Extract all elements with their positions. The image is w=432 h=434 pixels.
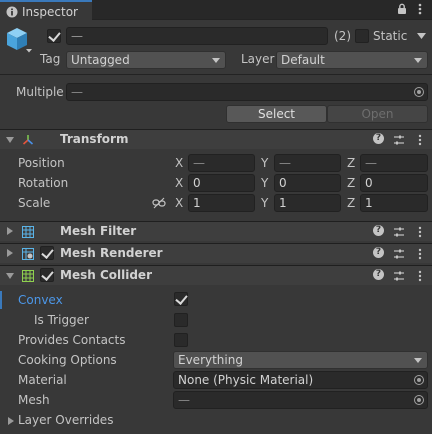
static-label: Static (373, 29, 408, 43)
position-y-input[interactable]: — (274, 154, 341, 172)
kebab-menu-icon[interactable] (414, 3, 426, 15)
provides-contacts-label: Provides Contacts (18, 333, 126, 347)
select-button[interactable]: Select (226, 105, 327, 123)
object-picker-icon[interactable] (414, 395, 424, 405)
mesh-collider-title: Mesh Collider (60, 268, 152, 282)
rotation-x-label[interactable]: X (175, 175, 183, 191)
scale-label: Scale (18, 196, 51, 210)
object-picker-icon[interactable] (414, 87, 424, 97)
scale-y-input[interactable]: 1 (274, 194, 341, 212)
lock-icon[interactable] (396, 3, 408, 15)
static-dropdown-icon[interactable] (417, 33, 426, 39)
convex-label: Convex (18, 293, 63, 307)
scale-z-label[interactable]: Z (347, 195, 355, 211)
static-checkbox[interactable] (355, 29, 369, 43)
mesh-filter-title: Mesh Filter (60, 224, 137, 238)
mesh-collider-icon (22, 270, 34, 282)
mesh-label: Mesh (18, 393, 50, 407)
provides-contacts-checkbox[interactable] (174, 333, 188, 347)
position-label: Position (18, 156, 65, 170)
mesh-renderer-title: Mesh Renderer (60, 246, 163, 260)
transform-icon (22, 135, 34, 145)
mesh-renderer-icon (22, 248, 34, 260)
modified-indicator (0, 291, 2, 309)
rotation-label: Rotation (18, 176, 69, 190)
chevron-down-icon (212, 58, 220, 63)
active-checkbox[interactable] (47, 29, 61, 43)
material-field[interactable]: None (Physic Material) (173, 371, 428, 389)
rotation-z-label[interactable]: Z (347, 175, 355, 191)
tab-inspector[interactable]: Inspector (0, 0, 92, 21)
help-icon[interactable]: ? (373, 225, 384, 236)
position-x-label[interactable]: X (175, 155, 183, 171)
rotation-y-label[interactable]: Y (261, 175, 268, 191)
scale-x-input[interactable]: 1 (188, 194, 255, 212)
tag-dropdown[interactable]: Untagged (66, 51, 226, 69)
tag-value: Untagged (71, 53, 130, 67)
position-x-input[interactable]: — (188, 154, 255, 172)
help-icon[interactable]: ? (373, 133, 384, 144)
is-trigger-checkbox[interactable] (174, 313, 188, 327)
scale-z-input[interactable]: 1 (360, 194, 428, 212)
layer-overrides-foldout[interactable]: Layer Overrides (18, 412, 113, 428)
kebab-menu-icon[interactable] (414, 134, 426, 146)
mesh-filter-icon (22, 226, 34, 238)
gameobject-cube-icon[interactable] (6, 26, 32, 54)
layer-label: Layer (241, 52, 275, 66)
tab-label: Inspector (22, 4, 78, 19)
presets-icon[interactable] (393, 226, 405, 238)
presets-icon[interactable] (393, 270, 405, 282)
position-z-input[interactable]: — (360, 154, 428, 172)
mesh-field[interactable]: — (173, 391, 428, 409)
chevron-down-icon (414, 358, 422, 363)
kebab-menu-icon[interactable] (414, 226, 426, 238)
foldout-closed-icon[interactable] (7, 249, 13, 257)
mesh-renderer-enabled-checkbox[interactable] (40, 246, 54, 260)
presets-icon[interactable] (393, 134, 405, 146)
kebab-menu-icon[interactable] (414, 248, 426, 260)
selection-count: (2) (334, 29, 351, 43)
convex-checkbox[interactable] (174, 292, 188, 306)
tag-label: Tag (40, 52, 61, 66)
info-icon (6, 6, 18, 17)
foldout-open-icon[interactable] (6, 273, 14, 279)
scale-y-label[interactable]: Y (261, 195, 268, 211)
divider (0, 74, 432, 75)
cooking-options-dropdown[interactable]: Everything (173, 351, 428, 369)
position-y-label[interactable]: Y (261, 155, 268, 171)
presets-icon[interactable] (393, 248, 405, 260)
transform-title: Transform (60, 132, 129, 146)
multiple-label: Multiple (16, 85, 64, 99)
mesh-renderer-header[interactable]: Mesh Renderer ? (0, 243, 432, 263)
rotation-x-input[interactable]: 0 (188, 174, 255, 192)
mesh-filter-header[interactable]: Mesh Filter ? (0, 221, 432, 241)
rotation-y-input[interactable]: 0 (274, 174, 341, 192)
scale-x-label[interactable]: X (175, 195, 183, 211)
position-z-label[interactable]: Z (347, 155, 355, 171)
foldout-closed-icon[interactable] (8, 417, 14, 425)
is-trigger-label: Is Trigger (34, 313, 89, 327)
constrain-proportions-link-icon[interactable] (152, 197, 166, 209)
mesh-collider-header[interactable]: Mesh Collider ? (0, 265, 432, 285)
foldout-closed-icon[interactable] (7, 227, 13, 235)
multiple-field: — (66, 83, 428, 101)
object-name-input[interactable]: — (66, 27, 328, 45)
foldout-open-icon[interactable] (6, 137, 14, 143)
inspector-window: Inspector — (2) Static Tag Untagged Laye… (0, 0, 432, 434)
cooking-options-label: Cooking Options (18, 353, 117, 367)
open-button[interactable]: Open (327, 105, 428, 123)
layer-dropdown[interactable]: Default (276, 51, 428, 69)
mesh-collider-enabled-checkbox[interactable] (40, 268, 54, 282)
material-label: Material (18, 373, 67, 387)
tab-bar: Inspector (0, 0, 432, 21)
transform-header[interactable]: Transform ? (0, 129, 432, 149)
cooking-options-value: Everything (178, 353, 243, 367)
layer-value: Default (281, 53, 325, 67)
kebab-menu-icon[interactable] (414, 270, 426, 282)
chevron-down-icon (414, 58, 422, 63)
rotation-z-input[interactable]: 0 (360, 174, 428, 192)
help-icon[interactable]: ? (373, 247, 384, 258)
help-icon[interactable]: ? (373, 269, 384, 280)
object-picker-icon[interactable] (414, 375, 424, 385)
